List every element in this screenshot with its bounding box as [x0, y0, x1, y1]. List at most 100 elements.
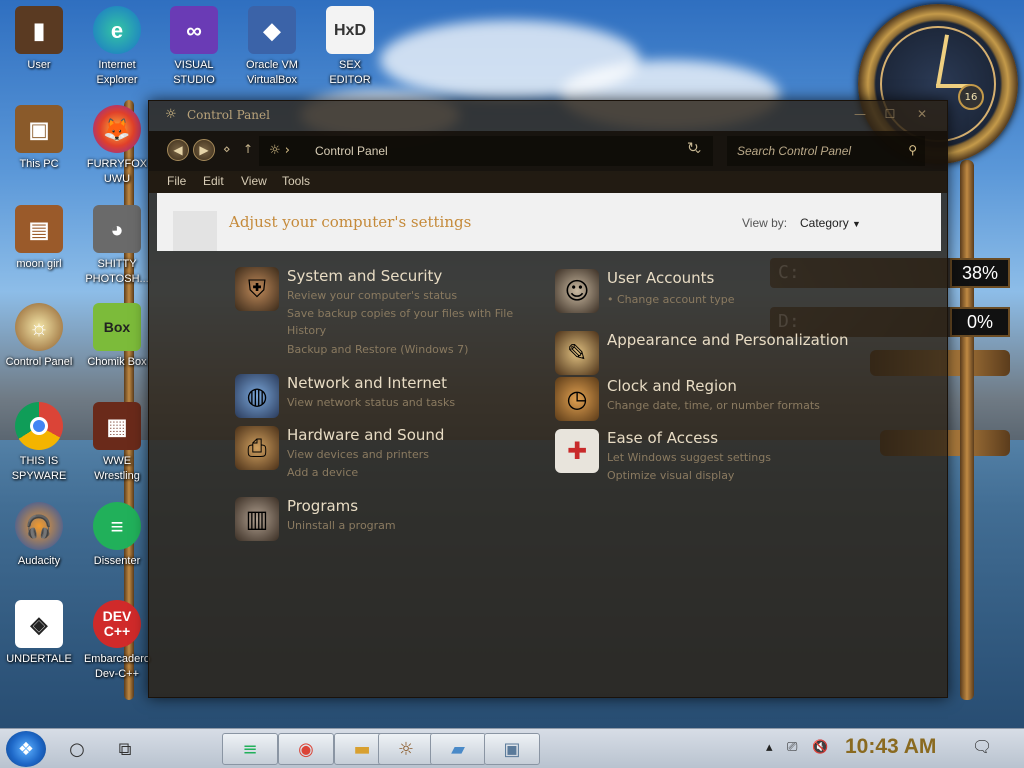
category-title[interactable]: Programs — [287, 497, 358, 515]
menu-view[interactable]: View — [241, 174, 267, 188]
category-title[interactable]: Hardware and Sound — [287, 426, 444, 444]
drive-percent: 38% — [950, 258, 1010, 288]
category-title[interactable]: System and Security — [287, 267, 442, 285]
desktop-icon-audacity[interactable]: 🎧 Audacity — [0, 502, 79, 569]
view-by-dropdown[interactable]: Category ▼ — [800, 216, 861, 230]
desktop-icon-visual-studio[interactable]: ∞ VISUAL STUDIO — [154, 6, 234, 88]
desktop-icon-chomikbox[interactable]: Box Chomik Box — [77, 303, 157, 370]
category-title[interactable]: Network and Internet — [287, 374, 447, 392]
category-title[interactable]: Clock and Region — [607, 377, 737, 395]
refresh-button[interactable]: ↻ — [687, 140, 699, 156]
volume-muted-icon[interactable]: 🔇 — [812, 740, 828, 755]
chevron-down-icon: ▼ — [852, 219, 861, 229]
control-panel-window[interactable]: ☼ Control Panel — ☐ ✕ ◀ ▶ ⋄ ↑ ☼ › Contro… — [148, 100, 948, 698]
category-title[interactable]: User Accounts — [607, 269, 714, 287]
taskbar-app-window[interactable]: ▰ — [430, 733, 486, 765]
chrome-icon: ◉ — [298, 738, 314, 760]
dissenter-icon: ≡ — [93, 502, 141, 550]
gimp-icon: ◕ — [93, 205, 141, 253]
taskbar-app-window-2[interactable]: ▣ — [484, 733, 540, 765]
desktop-icon-undertale[interactable]: ◈ UNDERTALE — [0, 600, 79, 667]
cortana-button[interactable]: ○ — [60, 732, 94, 766]
search-box[interactable]: ⚲ — [727, 136, 925, 166]
desktop-icon-wwe-wrestling[interactable]: ▦ WWE Wrestling — [77, 402, 157, 484]
user-folder-icon: ▮ — [15, 6, 63, 54]
category-link[interactable]: History — [287, 324, 326, 337]
taskbar-app-dissenter[interactable]: ≡ — [222, 733, 278, 765]
taskbar-clock[interactable]: 10:43 AM — [845, 735, 936, 759]
desktop-icon-label: Oracle VM VirtualBox — [246, 59, 298, 86]
start-button[interactable]: ❖ — [6, 731, 46, 767]
programs-icon: ▥ — [235, 497, 279, 541]
search-input[interactable] — [727, 136, 925, 166]
document-icon: ▤ — [15, 205, 63, 253]
globe-icon: ◍ — [235, 374, 279, 418]
category-link[interactable]: View network status and tasks — [287, 396, 455, 409]
category-link[interactable]: • Change account type — [607, 293, 735, 306]
task-view-button[interactable]: ⧉ — [108, 732, 142, 766]
desktop-icon-moon-girl[interactable]: ▤ moon girl — [0, 205, 79, 272]
visual-studio-icon: ∞ — [170, 6, 218, 54]
back-button[interactable]: ◀ — [167, 139, 189, 161]
category-link[interactable]: Optimize visual display — [607, 469, 734, 482]
chomikbox-icon: Box — [93, 303, 141, 351]
category-title[interactable]: Ease of Access — [607, 429, 718, 447]
show-hidden-icons-button[interactable]: ▴ — [766, 740, 773, 755]
desktop-icon-hex-editor[interactable]: HxD SEX EDITOR — [310, 6, 390, 88]
category-link[interactable]: Change date, time, or number formats — [607, 399, 820, 412]
desktop-icon-chrome[interactable]: THIS IS SPYWARE — [0, 402, 79, 484]
page-title: Adjust your computer's settings — [229, 213, 472, 231]
hxd-hex-editor-icon: HxD — [326, 6, 374, 54]
maximize-button[interactable]: ☐ — [877, 107, 903, 125]
notifications-icon[interactable]: 🗨 — [972, 737, 992, 756]
desktop-icon-internet-explorer[interactable]: e Internet Explorer — [77, 6, 157, 88]
desktop-icon-dev-cpp[interactable]: DEV C++ Embarcadero Dev-C++ — [77, 600, 157, 682]
category-link[interactable]: Uninstall a program — [287, 519, 396, 532]
desktop-icon-firefox[interactable]: 🦊 FURRYFOX UWU — [77, 105, 157, 187]
close-button[interactable]: ✕ — [909, 107, 935, 125]
task-view-icon: ⧉ — [118, 738, 132, 760]
desktop-icon-label: Chomik Box — [87, 356, 147, 368]
desktop-icon-label: SHITTY PHOTOSH... — [85, 258, 149, 285]
category-link[interactable]: Save backup copies of your files with Fi… — [287, 307, 513, 320]
control-panel-icon: ☼ — [397, 738, 415, 760]
view-by-value: Category — [800, 216, 849, 230]
desktop-icon-virtualbox[interactable]: ◆ Oracle VM VirtualBox — [232, 6, 312, 88]
taskbar-app-control-panel[interactable]: ☼ — [378, 733, 434, 765]
window-icon: ▰ — [451, 738, 465, 760]
desktop-icon-label: moon girl — [16, 258, 62, 270]
view-by-label: View by: — [742, 216, 788, 230]
control-panel-app-icon: ☼ — [165, 107, 177, 122]
category-link[interactable]: Add a device — [287, 466, 358, 479]
menu-tools[interactable]: Tools — [282, 174, 310, 188]
desktop-icon-gimp[interactable]: ◕ SHITTY PHOTOSH... — [77, 205, 157, 287]
category-link-text: Change account type — [617, 293, 735, 306]
desktop-icon-user[interactable]: ▮ User — [0, 6, 79, 73]
window-title: Control Panel — [187, 108, 270, 122]
desktop-icon-this-pc[interactable]: ▣ This PC — [0, 105, 79, 172]
category-link[interactable]: View devices and printers — [287, 448, 429, 461]
desktop-icon-dissenter[interactable]: ≡ Dissenter — [77, 502, 157, 569]
minimize-button[interactable]: — — [847, 107, 873, 125]
address-bar[interactable]: ☼ › Control Panel ⌄ — [259, 136, 713, 166]
up-button[interactable]: ↑ — [243, 142, 253, 156]
menu-edit[interactable]: Edit — [203, 174, 224, 188]
category-link[interactable]: Review your computer's status — [287, 289, 457, 302]
header-icon-placeholder — [173, 211, 217, 251]
menu-bar: File Edit View Tools — [149, 171, 947, 193]
category-link[interactable]: Backup and Restore (Windows 7) — [287, 343, 468, 356]
desktop-icon-label: Control Panel — [5, 356, 73, 368]
network-icon[interactable]: ⎚ — [787, 740, 797, 755]
category-link[interactable]: Let Windows suggest settings — [607, 451, 771, 464]
windows-logo-icon: ❖ — [17, 738, 35, 760]
search-icon: ⚲ — [908, 143, 917, 157]
menu-file[interactable]: File — [167, 174, 186, 188]
desktop-icon-control-panel[interactable]: ☼ Control Panel — [0, 303, 79, 370]
taskbar-app-chrome[interactable]: ◉ — [278, 733, 334, 765]
recent-locations-button[interactable]: ⋄ — [223, 142, 231, 156]
forward-button[interactable]: ▶ — [193, 139, 215, 161]
window-titlebar[interactable]: ☼ Control Panel — ☐ ✕ — [149, 101, 947, 131]
breadcrumb-control-panel[interactable]: Control Panel — [315, 144, 388, 158]
virtualbox-icon: ◆ — [248, 6, 296, 54]
category-title[interactable]: Appearance and Personalization — [607, 331, 849, 349]
